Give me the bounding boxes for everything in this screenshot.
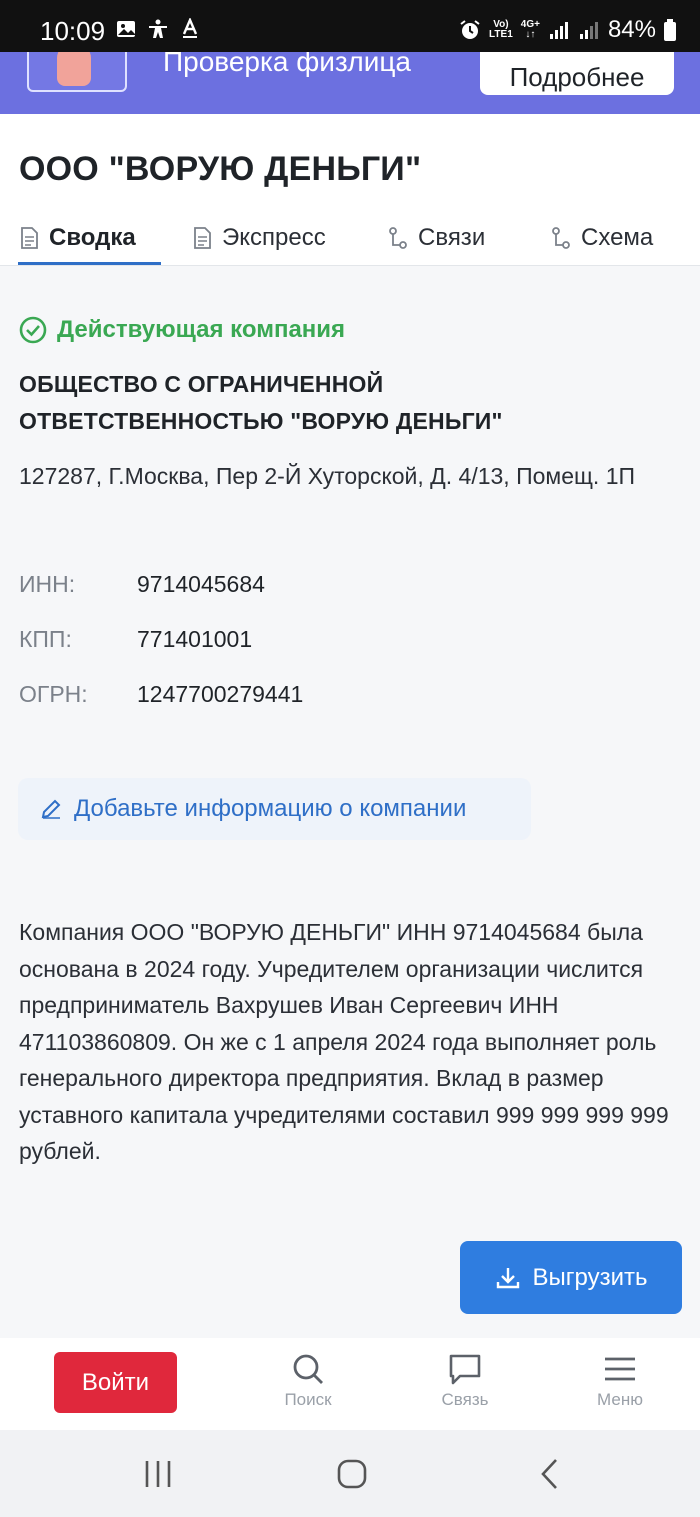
nav-menu[interactable]: Меню — [575, 1352, 665, 1410]
tab-summary[interactable]: Сводка — [19, 210, 136, 266]
banner-title: Проверка физлица — [163, 52, 411, 77]
nav-label: Меню — [597, 1390, 643, 1409]
active-tab-indicator — [18, 262, 161, 265]
back-icon[interactable] — [534, 1458, 566, 1490]
company-description: Компания ООО "ВОРУЮ ДЕНЬГИ" ИНН 97140456… — [19, 919, 669, 1164]
status-bar: 10:09 Vo) LTE1 4G+ ↓↑ 84% — [0, 0, 700, 52]
document-icon — [194, 227, 211, 249]
requisite-label: КПП: — [19, 626, 72, 652]
system-navigation — [0, 1430, 700, 1517]
signal-icon — [549, 22, 568, 39]
status-label: Действующая компания — [57, 316, 346, 343]
promo-banner[interactable]: Проверка физлица Подробнее — [0, 52, 700, 114]
recent-apps-icon[interactable] — [142, 1458, 174, 1490]
signal-icon-2 — [579, 22, 598, 39]
login-button[interactable]: Войти — [54, 1352, 177, 1413]
menu-icon — [605, 1357, 635, 1381]
requisite-label: ИНН: — [19, 571, 76, 597]
more-button[interactable]: Подробнее — [480, 52, 674, 95]
add-info-button[interactable]: Добавьте информацию о компании — [18, 778, 531, 840]
add-info-label: Добавьте информацию о компании — [74, 795, 467, 822]
company-full-name: ОБЩЕСТВО С ОГРАНИЧЕННОЙ ОТВЕТСТВЕННОСТЬЮ… — [19, 371, 503, 434]
network-type: 4G+ ↓↑ — [520, 19, 540, 40]
alarm-icon — [460, 20, 480, 39]
tab-label: Экспресс — [222, 224, 326, 251]
ogrn-value: 1247700279441 — [137, 681, 304, 707]
pencil-icon — [41, 799, 61, 819]
requisite-row: ОГРН: 1247700279441 — [19, 681, 303, 708]
link-nodes-icon — [389, 227, 407, 249]
export-label: Выгрузить — [532, 1263, 648, 1291]
page-title: ООО "ВОРУЮ ДЕНЬГИ" — [19, 150, 422, 188]
volte-indicator: Vo) LTE1 — [489, 19, 513, 40]
clock: 10:09 — [40, 16, 106, 46]
tab-bar: Сводка Экспресс Связи Схема — [0, 210, 700, 266]
kpp-value: 771401001 — [137, 626, 253, 652]
company-address: 127287, Г.Москва, Пер 2-Й Хуторской, Д. … — [19, 463, 636, 489]
download-icon — [496, 1267, 519, 1288]
home-icon[interactable] — [336, 1458, 368, 1490]
company-header: ООО "ВОРУЮ ДЕНЬГИ" Сводка Экспресс Связи… — [0, 114, 700, 266]
tab-links[interactable]: Связи — [388, 210, 485, 266]
requisite-row: КПП: 771401001 — [19, 626, 252, 653]
company-status: Действующая компания — [19, 316, 345, 344]
font-icon — [182, 18, 198, 38]
tab-label: Схема — [581, 224, 654, 251]
chat-icon — [449, 1354, 481, 1385]
bottom-navigation: Войти Поиск Связь Меню — [0, 1338, 700, 1430]
check-circle-icon — [19, 316, 47, 344]
nav-search[interactable]: Поиск — [263, 1352, 353, 1410]
requisite-row: ИНН: 9714045684 — [19, 571, 265, 598]
gallery-icon — [117, 21, 135, 37]
person-illustration — [27, 52, 127, 92]
battery-icon — [664, 19, 676, 41]
tab-express[interactable]: Экспресс — [192, 210, 326, 266]
document-icon — [21, 227, 38, 249]
tab-label: Сводка — [49, 224, 136, 251]
nav-label: Поиск — [284, 1390, 332, 1409]
link-nodes-icon — [552, 227, 570, 249]
export-button[interactable]: Выгрузить — [460, 1241, 682, 1314]
battery-percent: 84% — [607, 16, 656, 43]
tab-scheme[interactable]: Схема — [551, 210, 653, 266]
nav-label: Связь — [441, 1390, 489, 1409]
inn-value: 9714045684 — [137, 571, 265, 597]
search-icon — [293, 1354, 323, 1384]
requisite-label: ОГРН: — [19, 681, 88, 707]
accessibility-icon — [149, 19, 167, 38]
nav-contact[interactable]: Связь — [420, 1352, 510, 1410]
tab-label: Связи — [418, 224, 486, 251]
